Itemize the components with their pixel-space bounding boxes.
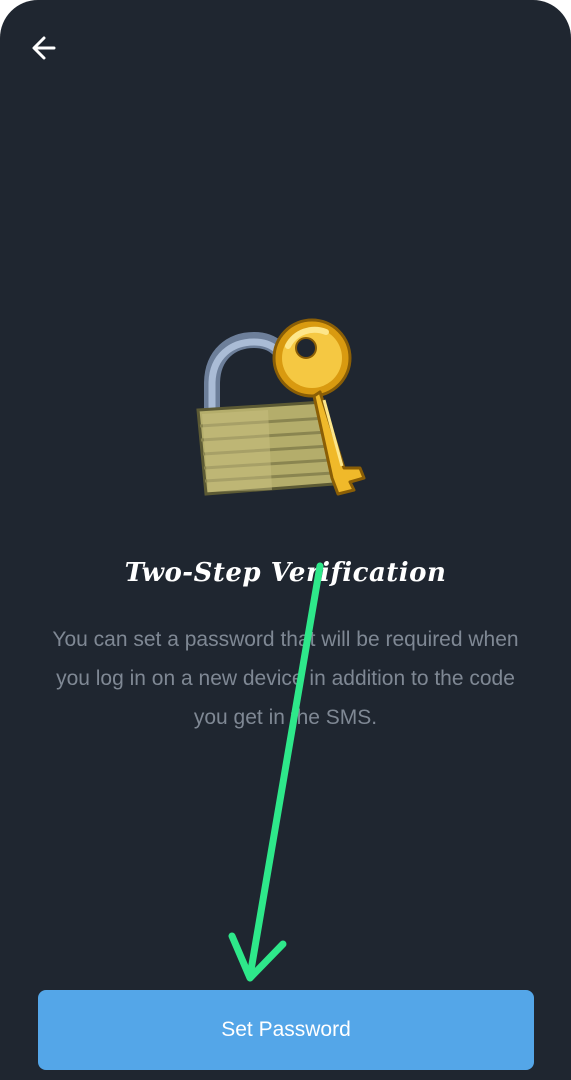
description-text: You can set a password that will be requ… <box>52 628 519 729</box>
lock-with-key-icon <box>196 318 366 496</box>
two-step-verification-screen: Two-Step Verification You can set a pass… <box>0 0 571 1080</box>
page-title: Two-Step Verification <box>124 558 447 588</box>
back-button[interactable] <box>22 26 66 70</box>
set-password-button[interactable]: Set Password <box>38 990 534 1070</box>
annotation-arrow <box>228 562 324 982</box>
arrow-left-icon <box>32 36 56 60</box>
